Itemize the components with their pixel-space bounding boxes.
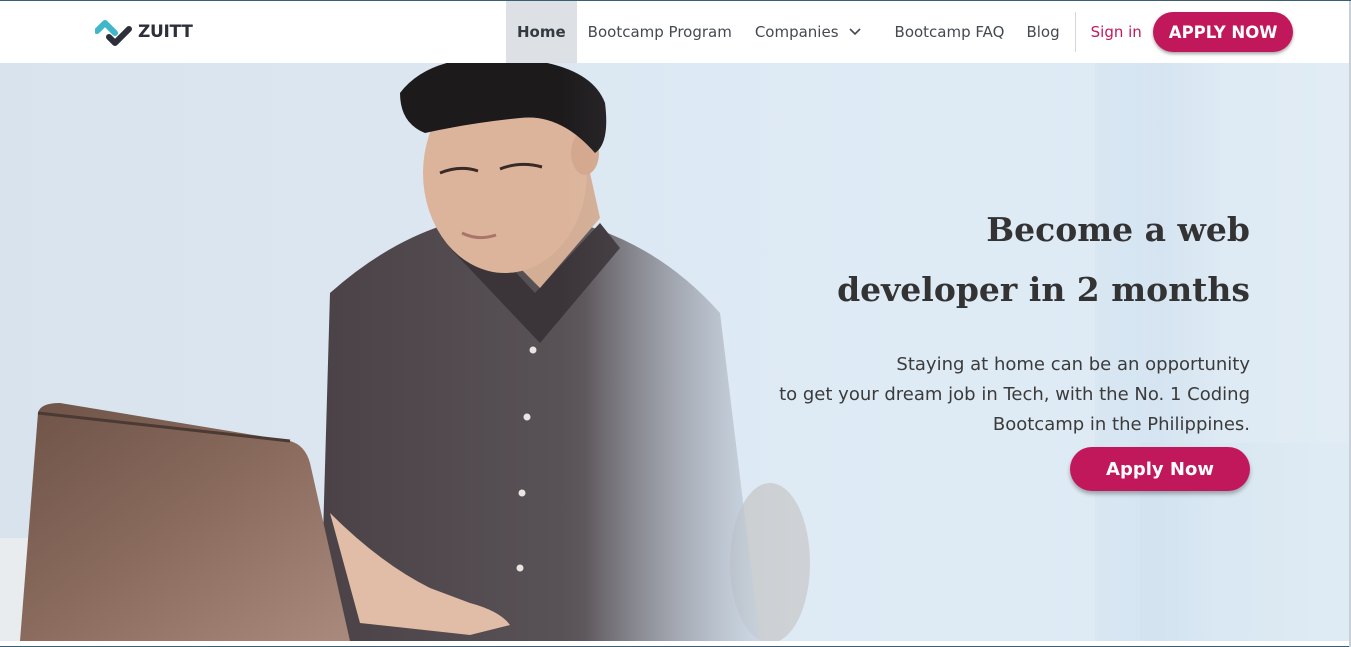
hero-subtitle-line: Staying at home can be an opportunity [896, 354, 1250, 375]
nav-item-companies[interactable]: Companies [744, 1, 872, 63]
hero-title: Become a web developer in 2 months [690, 200, 1250, 320]
hero-subtitle: Staying at home can be an opportunity to… [690, 350, 1250, 440]
hero-apply-now-button[interactable]: Apply Now [1070, 447, 1250, 491]
nav-item-label: Bootcamp FAQ [894, 23, 1005, 41]
bottom-border [0, 641, 1351, 647]
hero-content: Become a web developer in 2 months Stayi… [690, 200, 1250, 491]
nav-item-home[interactable]: Home [506, 1, 577, 63]
nav-item-bootcamp-faq[interactable]: Bootcamp FAQ [884, 1, 1016, 63]
brand-name: ZUITT [138, 22, 193, 42]
hero-title-line: developer in 2 months [837, 270, 1250, 309]
apply-now-button[interactable]: APPLY NOW [1152, 12, 1294, 52]
hero-title-line: Become a web [986, 210, 1250, 249]
zuitt-logo-icon [95, 20, 132, 46]
nav-item-blog[interactable]: Blog [1015, 1, 1070, 63]
hero-section: Become a web developer in 2 months Stayi… [0, 63, 1351, 641]
hero-subtitle-line: to get your dream job in Tech, with the … [779, 384, 1250, 405]
hero-subtitle-line: Bootcamp in the Philippines. [992, 414, 1250, 435]
main-nav: Home Bootcamp Program Companies Bootcamp… [506, 1, 1294, 63]
nav-item-bootcamp-program[interactable]: Bootcamp Program [577, 1, 743, 63]
top-navbar: ZUITT Home Bootcamp Program Companies Bo… [0, 1, 1351, 63]
nav-item-label: Bootcamp Program [587, 23, 732, 41]
sign-in-link[interactable]: Sign in [1076, 1, 1153, 63]
page: ZUITT Home Bootcamp Program Companies Bo… [0, 0, 1351, 647]
chevron-down-icon [848, 28, 861, 36]
sign-in-label: Sign in [1090, 23, 1142, 41]
brand-logo[interactable]: ZUITT [95, 17, 193, 47]
nav-item-label: Home [517, 23, 566, 41]
nav-item-label: Blog [1026, 23, 1060, 41]
nav-item-label: Companies [754, 23, 839, 41]
